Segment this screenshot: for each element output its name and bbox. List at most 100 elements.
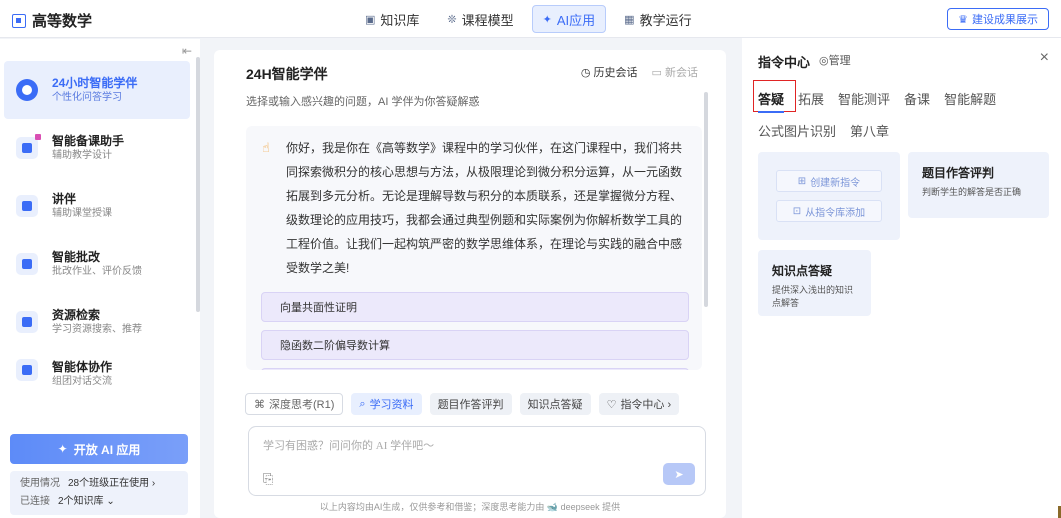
new-doc-icon: ⊞: [797, 175, 807, 187]
card-title: 题目作答评判: [922, 166, 995, 180]
bulb-icon: ♡: [606, 398, 617, 411]
sidebar: ⇤ 24小时智能学伴 个性化问答学习 智能备课助手 辅助教学设计 讲伴 辅助课堂…: [0, 39, 200, 518]
greeting-message: ☝ 你好，我是你在《高等数学》课程中的学习伙伴，在这门课程中，我们将共同探索微积…: [246, 126, 702, 370]
chip-label: 知识点答疑: [527, 399, 583, 411]
sidebar-item-lecture[interactable]: 讲伴 辅助课堂授课: [4, 177, 190, 235]
main-nav: ▣ 知识库 ❊ 课程模型 ✦ AI应用 ▦ 教学运行: [355, 5, 702, 33]
usage-row[interactable]: 使用情况 28个班级正在使用 ›: [20, 475, 178, 493]
sidebar-item-title: 24小时智能学伴: [52, 76, 138, 90]
app-title: 高等数学: [12, 10, 92, 31]
sidebar-item-lesson-prep[interactable]: 智能备课助手 辅助教学设计: [4, 119, 190, 177]
command-center-chip[interactable]: ♡ 指令中心 ›: [598, 393, 680, 415]
send-icon: ➤: [674, 468, 684, 481]
add-label: 从指令库添加: [805, 207, 866, 219]
nav-label: 教学运行: [639, 12, 692, 28]
tab-formula-ocr[interactable]: 公式图片识别: [758, 122, 836, 142]
quick-chips: ⌘ 深度思考(R1) ⌕ 学习资料 题目作答评判 知识点答疑 ♡ 指令中心 ›: [245, 393, 680, 415]
course-logo-icon: [12, 13, 26, 28]
nav-course-model[interactable]: ❊ 课程模型: [437, 5, 523, 33]
collapse-sidebar-icon[interactable]: ⇤: [182, 44, 192, 58]
usage-value: 28个班级正在使用 ›: [68, 478, 156, 489]
showcase-label: 建设成果展示: [972, 14, 1038, 26]
network-icon: ❊: [447, 13, 457, 26]
history-button[interactable]: ◷ 历史会话: [581, 64, 638, 80]
tab-answer[interactable]: 答疑: [758, 90, 785, 113]
nav-ai-apps[interactable]: ✦ AI应用: [531, 5, 607, 33]
open-ai-app-button[interactable]: ✦ 开放 AI 应用: [10, 434, 188, 464]
chat-scrollbar[interactable]: [704, 92, 708, 307]
sidebar-item-study-companion[interactable]: 24小时智能学伴 个性化问答学习: [4, 61, 190, 119]
sidebar-item-title: 智能备课助手: [52, 134, 125, 148]
card-title: 知识点答疑: [772, 264, 833, 278]
sidebar-item-subtitle: 个性化问答学习: [52, 92, 122, 103]
teacher-icon: [16, 134, 41, 159]
chat-bot-icon: [16, 79, 38, 101]
sidebar-item-title: 智能体协作: [52, 360, 113, 374]
create-label: 创建新指令: [810, 177, 861, 189]
nav-knowledge-base[interactable]: ▣ 知识库: [355, 5, 429, 33]
chat-composer: ⎘ ➤: [248, 426, 706, 496]
sidebar-item-title: 资源检索: [52, 308, 101, 322]
manage-button[interactable]: ◎管理: [819, 52, 851, 68]
grid-icon: ▦: [624, 13, 635, 26]
sidebar-item-resource-search[interactable]: 资源检索 学习资源搜索、推荐: [4, 293, 190, 351]
nav-label: AI应用: [556, 12, 596, 28]
lecture-icon: [16, 195, 38, 217]
new-chat-icon: ▭: [651, 67, 662, 79]
library-icon: ⊡: [792, 205, 802, 217]
connected-row[interactable]: 已连接 2个知识库 ⌄: [20, 493, 178, 511]
sparkle-icon: ✦: [57, 442, 68, 456]
sidebar-item-subtitle: 辅助教学设计: [52, 150, 112, 161]
course-title: 高等数学: [32, 13, 93, 30]
create-command-button[interactable]: ⊞ 创建新指令: [776, 170, 882, 192]
command-card-grading[interactable]: 题目作答评判 判断学生的解答是否正确: [908, 152, 1049, 218]
study-material-chip[interactable]: ⌕ 学习资料: [351, 393, 422, 415]
chat-title: 24H智能学伴: [246, 66, 328, 82]
new-chat-button[interactable]: ▭ 新会话: [652, 64, 698, 80]
panel-title: 指令中心: [758, 55, 811, 70]
suggestion-item[interactable]: 向量共面性证明: [261, 292, 689, 322]
attach-file-icon[interactable]: ⎘: [263, 471, 273, 487]
tab-smart-solve[interactable]: 智能解题: [944, 90, 996, 110]
command-card-kp-answer[interactable]: 知识点答疑 提供深入浅出的知识点解答: [758, 250, 871, 316]
add-from-library-button[interactable]: ⊡ 从指令库添加: [776, 200, 882, 222]
open-ai-label: 开放 AI 应用: [73, 442, 141, 457]
nav-teaching-ops[interactable]: ▦ 教学运行: [614, 5, 701, 33]
showcase-button[interactable]: ♛ 建设成果展示: [947, 8, 1049, 30]
suggestion-item[interactable]: 隐函数二阶偏导数计算: [261, 330, 689, 360]
nav-label: 课程模型: [461, 12, 514, 28]
sidebar-item-agent-collab[interactable]: 智能体协作 组团对话交流: [4, 351, 190, 393]
grading-chip[interactable]: 题目作答评判: [429, 393, 512, 415]
sidebar-item-grading[interactable]: 智能批改 批改作业、评价反馈: [4, 235, 190, 293]
deep-think-icon: ⌘: [254, 398, 265, 411]
close-icon[interactable]: ×: [1040, 49, 1049, 67]
sidebar-item-subtitle: 学习资源搜索、推荐: [52, 324, 142, 335]
grading-icon: [16, 253, 38, 275]
sidebar-item-subtitle: 组团对话交流: [52, 376, 112, 387]
tab-lesson-prep[interactable]: 备课: [904, 90, 930, 110]
tab-chapter-eight[interactable]: 第八章: [850, 122, 889, 142]
send-button[interactable]: ➤: [663, 463, 695, 485]
chat-subtitle: 选择或输入感兴趣的问题，AI 学伴为你答疑解惑: [246, 96, 480, 108]
sidebar-list: 24小时智能学伴 个性化问答学习 智能备课助手 辅助教学设计 讲伴 辅助课堂授课…: [4, 61, 190, 393]
kp-answer-chip[interactable]: 知识点答疑: [519, 393, 591, 415]
wave-hand-icon: ☝: [262, 140, 270, 155]
suggestion-item[interactable]: [261, 368, 689, 370]
tab-smart-eval[interactable]: 智能测评: [838, 90, 890, 110]
top-bar: 高等数学 ▣ 知识库 ❊ 课程模型 ✦ AI应用 ▦ 教学运行 ♛ 建设成果展示: [0, 0, 1061, 38]
chat-panel: 24H智能学伴 ◷ 历史会话 ▭ 新会话 选择或输入感兴趣的问题，AI 学伴为你…: [214, 50, 726, 518]
deep-think-toggle[interactable]: ⌘ 深度思考(R1): [245, 393, 344, 415]
chat-actions: ◷ 历史会话 ▭ 新会话: [581, 64, 698, 80]
sparkle-icon: ✦: [542, 13, 552, 26]
usage-label: 使用情况: [20, 478, 60, 489]
chat-input[interactable]: [263, 437, 683, 455]
history-label: 历史会话: [593, 67, 638, 79]
clock-icon: ◷: [580, 67, 591, 79]
sidebar-scrollbar[interactable]: [196, 57, 200, 312]
tab-expand[interactable]: 拓展: [798, 90, 824, 110]
sidebar-item-title: 智能批改: [52, 250, 101, 264]
chip-label: 学习资料: [369, 399, 414, 411]
command-center-panel: 指令中心 ◎管理 × 答疑 拓展 智能测评 备课 智能解题 公式图片识别 第八章…: [742, 38, 1061, 518]
card-desc: 提供深入浅出的知识点解答: [772, 285, 854, 308]
new-chat-label: 新会话: [665, 67, 698, 79]
